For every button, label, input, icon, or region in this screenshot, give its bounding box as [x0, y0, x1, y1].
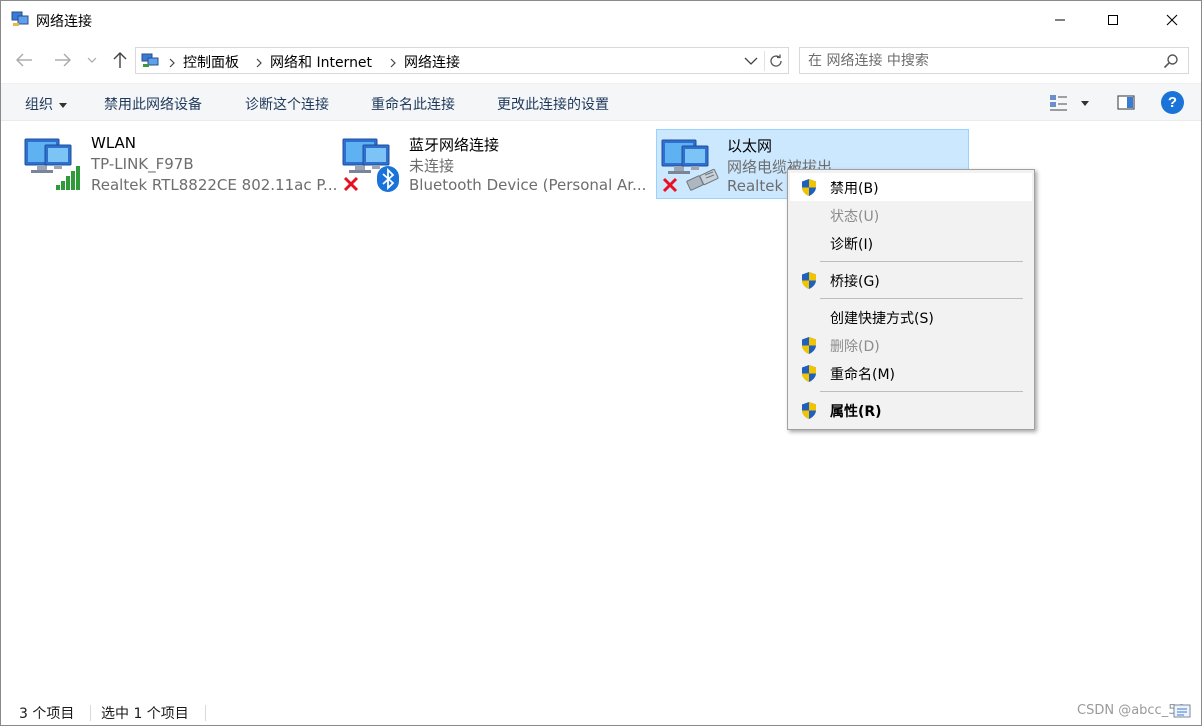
- network-connections-icon: [11, 11, 29, 27]
- diagnose-connection-button[interactable]: 诊断这个连接: [245, 94, 329, 114]
- refresh-button[interactable]: [764, 51, 786, 71]
- disconnected-x-icon: [661, 176, 679, 194]
- breadcrumb-network-connections[interactable]: 网络连接: [404, 52, 460, 72]
- close-button[interactable]: [1149, 1, 1195, 39]
- connection-device: Realtek RTL8822CE 802.11ac P...: [91, 176, 338, 194]
- organize-label: 组织: [25, 97, 53, 113]
- explorer-window: 网络连接 控制面板 网络和 Internet 网络连接 在 网络连接 中搜索 组…: [0, 0, 1202, 726]
- minimize-button[interactable]: [1037, 1, 1083, 39]
- up-arrow-icon: [113, 52, 127, 68]
- status-bar: 3 个项目 选中 1 个项目 CSDN @abcc_56: [1, 699, 1201, 725]
- uac-shield-icon: [800, 336, 818, 355]
- forward-arrow-icon: [55, 53, 71, 67]
- address-history-dropdown[interactable]: [742, 54, 760, 68]
- menu-separator: [820, 298, 1023, 299]
- menu-item-label: 禁用(B): [830, 181, 879, 197]
- connection-status: TP-LINK_F97B: [91, 155, 194, 173]
- bluetooth-icon: [376, 165, 400, 193]
- title-bar: 网络连接: [1, 1, 1201, 39]
- connection-name: 以太网: [727, 137, 773, 155]
- disconnected-x-icon: [342, 175, 360, 193]
- menu-item-disable[interactable]: 禁用(B): [790, 173, 1032, 201]
- rename-connection-button[interactable]: 重命名此连接: [371, 94, 455, 114]
- menu-separator: [820, 261, 1023, 262]
- menu-item-label: 创建快捷方式(S): [830, 311, 934, 327]
- help-icon: ?: [1167, 94, 1178, 111]
- connection-name: 蓝牙网络连接: [409, 136, 500, 154]
- maximize-button[interactable]: [1090, 1, 1136, 39]
- menu-item-label: 重命名(M): [830, 367, 896, 383]
- uac-shield-icon: [800, 271, 818, 290]
- back-arrow-icon: [16, 53, 32, 67]
- uac-shield-icon: [800, 364, 818, 383]
- details-view-icon[interactable]: [1173, 703, 1191, 719]
- address-bar[interactable]: 控制面板 网络和 Internet 网络连接: [135, 47, 789, 74]
- connection-item-bluetooth[interactable]: 蓝牙网络连接 未连接 Bluetooth Device (Personal Ar…: [321, 129, 646, 199]
- menu-item-diagnose[interactable]: 诊断(I): [790, 229, 1032, 257]
- preview-pane-icon: [1117, 95, 1135, 110]
- menu-item-status[interactable]: 状态(U): [790, 201, 1032, 229]
- menu-item-create-shortcut[interactable]: 创建快捷方式(S): [790, 303, 1032, 331]
- menu-item-properties[interactable]: 属性(R): [790, 396, 1032, 424]
- view-options-icon: [1050, 95, 1089, 111]
- menu-item-label: 桥接(G): [830, 274, 880, 290]
- menu-item-label: 删除(D): [830, 339, 880, 355]
- change-view-button[interactable]: [1047, 92, 1091, 114]
- menu-item-label: 诊断(I): [830, 237, 874, 253]
- chevron-down-icon: [744, 57, 758, 65]
- disable-device-button[interactable]: 禁用此网络设备: [104, 94, 202, 114]
- window-title: 网络连接: [36, 14, 92, 30]
- refresh-icon: [769, 54, 782, 67]
- organize-menu-button[interactable]: 组织: [25, 94, 67, 114]
- navigation-row: 控制面板 网络和 Internet 网络连接: [1, 39, 1201, 83]
- connection-device: Realtek: [727, 177, 784, 195]
- uac-shield-icon: [800, 401, 818, 420]
- menu-item-bridge[interactable]: 桥接(G): [790, 266, 1032, 294]
- selected-count: 选中 1 个项目: [101, 706, 189, 722]
- menu-item-delete[interactable]: 删除(D): [790, 331, 1032, 359]
- search-input[interactable]: [808, 51, 1148, 71]
- status-divider: [90, 705, 91, 721]
- connection-device: Bluetooth Device (Personal Ar...: [409, 176, 647, 194]
- watermark: CSDN @abcc_56: [1077, 703, 1185, 718]
- menu-separator: [820, 391, 1023, 392]
- network-folder-icon: [141, 53, 159, 68]
- command-bar: 组织 禁用此网络设备 诊断这个连接 重命名此连接 更改此连接的设置 ?: [1, 83, 1201, 121]
- ethernet-cable-icon: [685, 168, 721, 194]
- menu-item-label: 状态(U): [830, 209, 880, 225]
- breadcrumb-separator-icon: [168, 56, 176, 68]
- change-settings-button[interactable]: 更改此连接的设置: [497, 94, 609, 114]
- breadcrumb-separator-icon: [255, 56, 263, 68]
- menu-item-rename[interactable]: 重命名(M): [790, 359, 1032, 387]
- chevron-down-icon: [87, 57, 97, 63]
- connection-status: 未连接: [409, 157, 455, 175]
- search-box[interactable]: [799, 47, 1189, 74]
- forward-button[interactable]: [52, 49, 74, 71]
- maximize-icon: [1108, 15, 1118, 25]
- minimize-icon: [1055, 19, 1065, 21]
- breadcrumb-control-panel[interactable]: 控制面板: [183, 52, 239, 72]
- caret-down-icon: [59, 102, 67, 108]
- help-button[interactable]: ?: [1161, 91, 1184, 114]
- recent-locations-button[interactable]: [85, 49, 99, 71]
- preview-pane-button[interactable]: [1115, 92, 1137, 114]
- item-count: 3 个项目: [19, 706, 75, 722]
- uac-shield-icon: [800, 178, 818, 197]
- connection-name: WLAN: [91, 134, 137, 152]
- connection-item-wlan[interactable]: WLAN TP-LINK_F97B Realtek RTL8822CE 802.…: [3, 129, 337, 199]
- close-icon: [1166, 14, 1178, 26]
- back-button[interactable]: [13, 49, 35, 71]
- search-icon[interactable]: [1163, 53, 1179, 69]
- breadcrumb-network-internet[interactable]: 网络和 Internet: [270, 52, 372, 72]
- context-menu: 禁用(B) 状态(U) 诊断(I) 桥接(G) 创建快捷方式(S) 删除(D) …: [787, 169, 1035, 430]
- status-divider: [205, 705, 206, 721]
- breadcrumb-separator-icon: [389, 56, 397, 68]
- signal-bars-icon: [55, 165, 81, 191]
- up-button[interactable]: [109, 49, 131, 71]
- menu-item-label: 属性(R): [830, 404, 882, 420]
